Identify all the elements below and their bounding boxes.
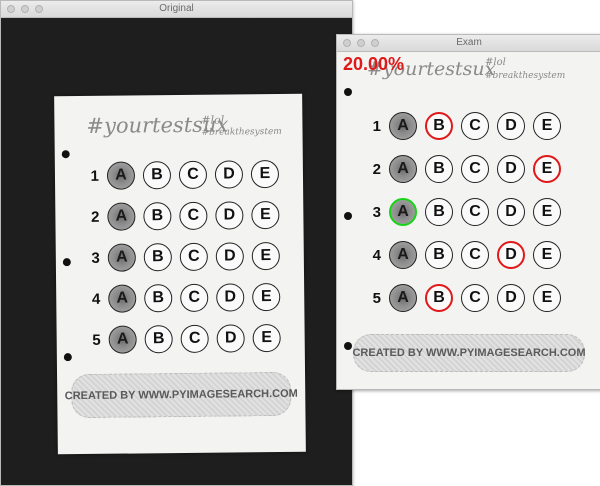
question-number: 2 bbox=[372, 160, 381, 178]
punch-hole bbox=[344, 88, 352, 96]
question-number: 4 bbox=[372, 246, 381, 264]
exam-titlebar: Exam bbox=[337, 35, 600, 52]
exam-answer-sheet: #yourtestsux #lol #breakthesystem 20.00%… bbox=[337, 52, 600, 389]
choice-bubble-a[interactable]: A bbox=[106, 161, 136, 190]
question-row: 3ABCDE bbox=[367, 198, 561, 226]
choice-bubble-e[interactable]: E bbox=[533, 284, 561, 312]
question-row: 5ABCDE bbox=[87, 323, 281, 354]
choice-bubble-b[interactable]: B bbox=[142, 161, 172, 190]
question-number: 1 bbox=[372, 117, 381, 135]
question-row: 2ABCDE bbox=[367, 155, 561, 183]
choice-bubble-e[interactable]: E bbox=[252, 323, 281, 353]
choice-bubble-c[interactable]: C bbox=[461, 155, 489, 183]
question-number: 3 bbox=[372, 203, 381, 221]
choice-bubble-e[interactable]: E bbox=[533, 155, 561, 183]
choice-bubble-a[interactable]: A bbox=[107, 202, 136, 231]
choice-bubble-b[interactable]: B bbox=[144, 325, 173, 354]
exam-image: #yourtestsux #lol #breakthesystem 20.00%… bbox=[337, 52, 600, 389]
handwriting-tag-2: #breakthesystem bbox=[485, 71, 566, 81]
choice-bubble-d[interactable]: D bbox=[216, 324, 245, 353]
original-titlebar: Original bbox=[1, 1, 352, 18]
choice-bubble-d[interactable]: D bbox=[497, 112, 525, 140]
choice-bubble-d[interactable]: D bbox=[215, 201, 244, 230]
choice-bubble-d[interactable]: D bbox=[215, 242, 244, 271]
question-number: 4 bbox=[91, 290, 101, 308]
credit-banner: CREATED BY WWW.PYIMAGESEARCH.COM bbox=[65, 371, 298, 419]
choice-bubble-d[interactable]: D bbox=[497, 241, 525, 269]
handwriting-tag-1: #lol bbox=[485, 57, 506, 68]
choice-bubble-d[interactable]: D bbox=[216, 283, 245, 312]
choice-bubble-a[interactable]: A bbox=[108, 284, 137, 313]
credit-text: CREATED BY WWW.PYIMAGESEARCH.COM bbox=[352, 347, 586, 359]
choice-bubble-b[interactable]: B bbox=[144, 284, 173, 313]
punch-hole bbox=[344, 342, 352, 350]
question-row: 4ABCDE bbox=[86, 282, 281, 313]
choice-bubble-c[interactable]: C bbox=[179, 201, 208, 231]
handwriting-tag-1: #lol bbox=[201, 113, 225, 127]
exam-window-title: Exam bbox=[456, 37, 482, 48]
choice-bubble-c[interactable]: C bbox=[178, 160, 208, 190]
question-row: 4ABCDE bbox=[367, 241, 561, 269]
choice-bubble-a[interactable]: A bbox=[389, 112, 417, 140]
choice-bubble-b[interactable]: B bbox=[425, 198, 453, 226]
question-number: 5 bbox=[372, 289, 381, 307]
choice-bubble-b[interactable]: B bbox=[425, 241, 453, 269]
choice-bubble-d[interactable]: D bbox=[214, 160, 244, 189]
handwriting-tag-2: #breakthesystem bbox=[201, 126, 282, 138]
choice-bubble-e[interactable]: E bbox=[251, 241, 280, 271]
choice-bubble-e[interactable]: E bbox=[533, 112, 561, 140]
question-number: 3 bbox=[91, 249, 100, 267]
choice-bubble-e[interactable]: E bbox=[252, 282, 281, 312]
punch-hole bbox=[61, 150, 70, 159]
choice-bubble-a[interactable]: A bbox=[389, 198, 417, 226]
choice-bubble-e[interactable]: E bbox=[533, 241, 561, 269]
question-row: 1ABCDE bbox=[367, 112, 561, 140]
choice-bubble-a[interactable]: A bbox=[108, 325, 137, 354]
original-window: Original #yourtestsux #lol #breakthesyst… bbox=[0, 0, 353, 486]
original-window-title: Original bbox=[159, 3, 194, 14]
punch-hole bbox=[344, 212, 352, 220]
question-number: 1 bbox=[90, 167, 100, 185]
original-answer-sheet: #yourtestsux #lol #breakthesystem 1ABCDE… bbox=[54, 93, 306, 455]
choice-bubble-c[interactable]: C bbox=[461, 198, 489, 226]
punch-hole bbox=[62, 258, 71, 267]
choice-bubble-d[interactable]: D bbox=[497, 155, 525, 183]
choice-bubble-c[interactable]: C bbox=[461, 284, 489, 312]
choice-bubble-b[interactable]: B bbox=[425, 284, 453, 312]
choice-bubble-d[interactable]: D bbox=[497, 284, 525, 312]
choice-bubble-b[interactable]: B bbox=[143, 202, 172, 231]
original-image: #yourtestsux #lol #breakthesystem 1ABCDE… bbox=[1, 18, 352, 485]
choice-bubble-e[interactable]: E bbox=[533, 198, 561, 226]
score-text: 20.00% bbox=[343, 54, 405, 74]
punch-hole bbox=[63, 353, 72, 362]
choice-bubble-a[interactable]: A bbox=[389, 155, 417, 183]
choice-bubble-b[interactable]: B bbox=[425, 155, 453, 183]
choice-bubble-e[interactable]: E bbox=[251, 200, 280, 230]
question-row: 3ABCDE bbox=[86, 241, 280, 272]
choice-bubble-a[interactable]: A bbox=[107, 243, 136, 272]
question-row: 2ABCDE bbox=[85, 200, 280, 231]
choice-bubble-a[interactable]: A bbox=[389, 241, 417, 269]
choice-bubble-d[interactable]: D bbox=[497, 198, 525, 226]
choice-bubble-b[interactable]: B bbox=[425, 112, 453, 140]
question-number: 5 bbox=[92, 331, 101, 349]
choice-bubble-c[interactable]: C bbox=[461, 112, 489, 140]
question-row: 1ABCDE bbox=[85, 159, 280, 190]
question-row: 5ABCDE bbox=[367, 284, 561, 312]
credit-text: CREATED BY WWW.PYIMAGESEARCH.COM bbox=[64, 387, 298, 403]
choice-bubble-e[interactable]: E bbox=[250, 159, 280, 189]
credit-banner: CREATED BY WWW.PYIMAGESEARCH.COM bbox=[352, 334, 586, 372]
choice-bubble-b[interactable]: B bbox=[143, 243, 172, 272]
question-number: 2 bbox=[90, 208, 100, 226]
choice-bubble-c[interactable]: C bbox=[180, 283, 209, 312]
choice-bubble-c[interactable]: C bbox=[179, 242, 208, 272]
choice-bubble-c[interactable]: C bbox=[461, 241, 489, 269]
choice-bubble-c[interactable]: C bbox=[180, 324, 209, 353]
choice-bubble-a[interactable]: A bbox=[389, 284, 417, 312]
exam-window: Exam #yourtestsux #lol #breakthesystem 2… bbox=[336, 34, 600, 390]
